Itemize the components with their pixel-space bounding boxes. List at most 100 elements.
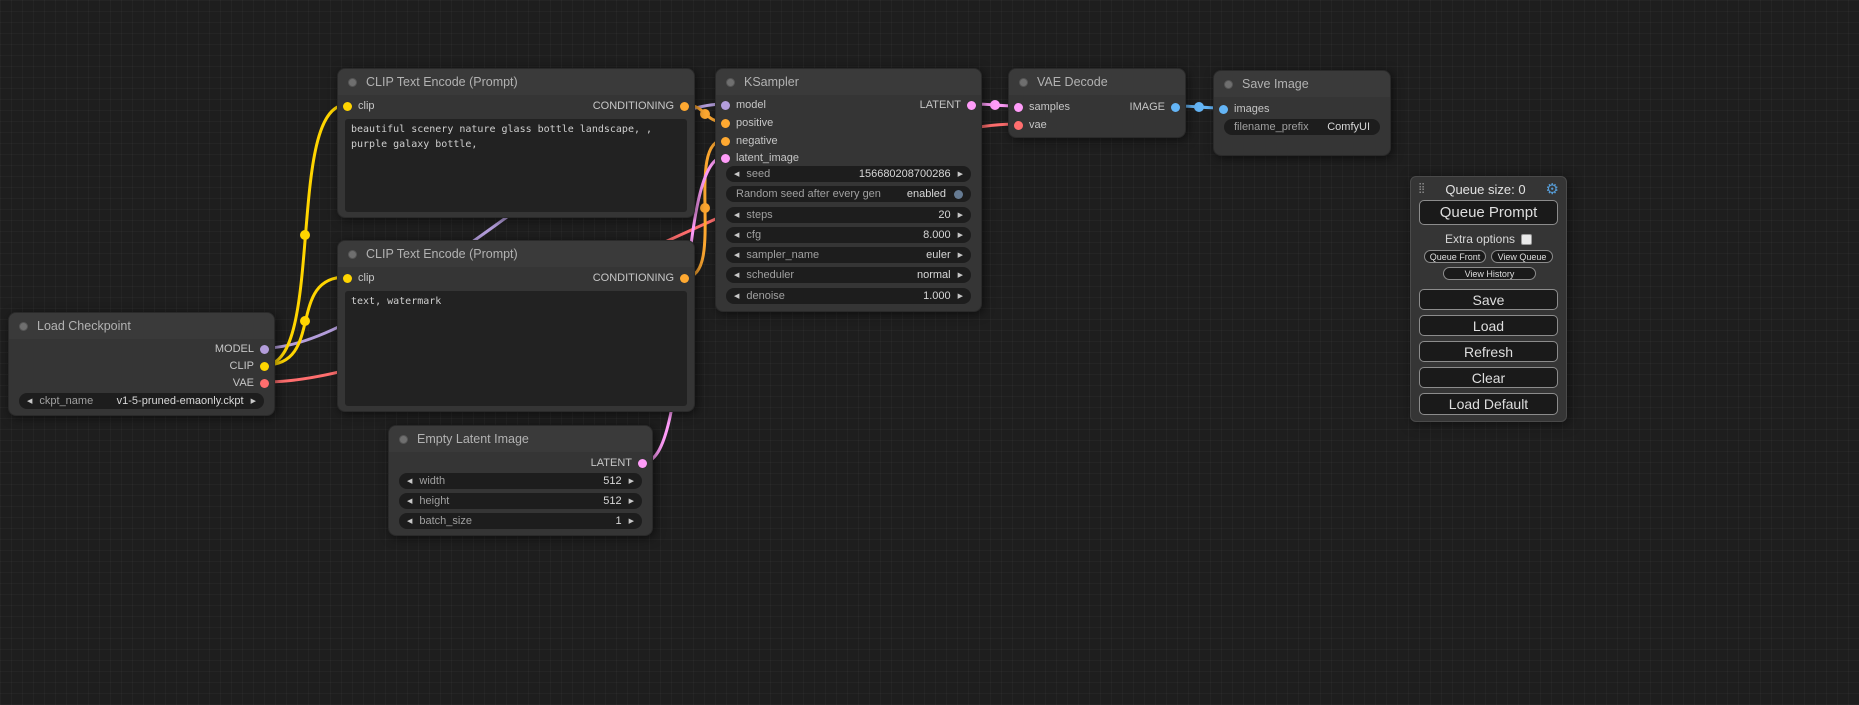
increment-arrow-icon[interactable]: ▶ [958,272,963,279]
slot-dot-conditioning[interactable] [680,274,689,283]
view-history-button[interactable]: View History [1443,267,1536,280]
widget-ckpt-name[interactable]: ◀ ckpt_name v1-5-pruned-emaonly.ckpt ▶ [19,393,264,409]
increment-arrow-icon[interactable]: ▶ [958,212,963,219]
decrement-arrow-icon[interactable]: ◀ [734,212,739,219]
node-ksampler[interactable]: KSampler model positive negative latent_… [715,68,982,312]
node-save-image[interactable]: Save Image images filename_prefix ComfyU… [1213,70,1391,156]
slot-dot-latent[interactable] [967,101,976,110]
queue-prompt-button[interactable]: Queue Prompt [1419,200,1558,225]
link-midpoint-dot[interactable] [700,109,710,119]
slot-dot-latent-image[interactable] [721,154,730,163]
node-title-bar[interactable]: KSampler [716,69,981,95]
refresh-button[interactable]: Refresh [1419,341,1558,362]
decrement-arrow-icon[interactable]: ◀ [734,293,739,300]
node-title-bar[interactable]: Load Checkpoint [9,313,274,339]
queue-panel[interactable]: ⣿ Queue size: 0 ⚙ Queue Prompt Extra opt… [1410,176,1567,422]
decrement-arrow-icon[interactable]: ◀ [734,272,739,279]
slot-dot-vae[interactable] [1014,121,1023,130]
slot-dot-clip[interactable] [343,102,352,111]
link-midpoint-dot[interactable] [1194,102,1204,112]
widget-cfg[interactable]: ◀ cfg 8.000 ▶ [726,227,971,243]
node-clip-text-encode-negative[interactable]: CLIP Text Encode (Prompt) clip CONDITION… [337,240,695,412]
prompt-textarea[interactable]: beautiful scenery nature glass bottle la… [345,119,687,212]
widget-width[interactable]: ◀ width 512 ▶ [399,473,642,489]
increment-arrow-icon[interactable]: ▶ [629,478,634,485]
collapse-toggle-icon[interactable] [1019,78,1028,87]
slot-label: model [736,99,766,111]
load-button[interactable]: Load [1419,315,1558,336]
increment-arrow-icon[interactable]: ▶ [629,518,634,525]
node-title-bar[interactable]: CLIP Text Encode (Prompt) [338,69,694,95]
collapse-toggle-icon[interactable] [1224,80,1233,89]
link-midpoint-dot[interactable] [300,230,310,240]
slot-dot-clip[interactable] [343,274,352,283]
slot-dot-images[interactable] [1219,105,1228,114]
slot-dot-image[interactable] [1171,103,1180,112]
drag-handle-icon[interactable]: ⣿ [1418,184,1425,194]
save-button[interactable]: Save [1419,289,1558,310]
slot-dot-negative[interactable] [721,137,730,146]
slot-dot-samples[interactable] [1014,103,1023,112]
widget-seed[interactable]: ◀ seed 156680208700286 ▶ [726,166,971,182]
increment-arrow-icon[interactable]: ▶ [958,171,963,178]
widget-sampler-name[interactable]: ◀ sampler_name euler ▶ [726,247,971,263]
collapse-toggle-icon[interactable] [348,250,357,259]
collapse-toggle-icon[interactable] [726,78,735,87]
view-queue-button[interactable]: View Queue [1491,250,1553,263]
decrement-arrow-icon[interactable]: ◀ [407,518,412,525]
decrement-arrow-icon[interactable]: ◀ [734,232,739,239]
collapse-toggle-icon[interactable] [19,322,28,331]
node-title-bar[interactable]: VAE Decode [1009,69,1185,95]
node-graph-canvas[interactable]: Load Checkpoint MODEL CLIP VAE ◀ ckpt_na… [0,0,1859,705]
extra-options-checkbox[interactable] [1521,234,1532,245]
slot-dot-conditioning[interactable] [680,102,689,111]
link-midpoint-dot[interactable] [300,316,310,326]
decrement-arrow-icon[interactable]: ◀ [27,398,32,405]
widget-label: filename_prefix [1234,121,1309,133]
load-default-button[interactable]: Load Default [1419,393,1558,415]
node-clip-text-encode-positive[interactable]: CLIP Text Encode (Prompt) clip CONDITION… [337,68,695,218]
slot-label: CLIP [230,360,254,372]
increment-arrow-icon[interactable]: ▶ [629,498,634,505]
widget-label: seed [746,168,770,180]
increment-arrow-icon[interactable]: ▶ [958,293,963,300]
widget-denoise[interactable]: ◀ denoise 1.000 ▶ [726,288,971,304]
collapse-toggle-icon[interactable] [348,78,357,87]
link-midpoint-dot[interactable] [990,100,1000,110]
node-title: CLIP Text Encode (Prompt) [366,75,518,89]
node-title-bar[interactable]: CLIP Text Encode (Prompt) [338,241,694,267]
widget-height[interactable]: ◀ height 512 ▶ [399,493,642,509]
widget-label: Random seed after every gen [736,188,881,200]
queue-front-button[interactable]: Queue Front [1424,250,1486,263]
slot-dot-vae[interactable] [260,379,269,388]
prompt-textarea[interactable]: text, watermark [345,291,687,406]
node-title-bar[interactable]: Empty Latent Image [389,426,652,452]
slot-dot-positive[interactable] [721,119,730,128]
increment-arrow-icon[interactable]: ▶ [958,252,963,259]
widget-filename-prefix[interactable]: filename_prefix ComfyUI [1224,119,1380,135]
slot-dot-latent[interactable] [638,459,647,468]
widget-batch-size[interactable]: ◀ batch_size 1 ▶ [399,513,642,529]
slot-dot-model[interactable] [721,101,730,110]
node-empty-latent-image[interactable]: Empty Latent Image LATENT ◀ width 512 ▶ … [388,425,653,536]
toggle-indicator-icon[interactable] [954,190,963,199]
settings-gear-icon[interactable]: ⚙ [1546,182,1559,197]
decrement-arrow-icon[interactable]: ◀ [734,252,739,259]
decrement-arrow-icon[interactable]: ◀ [734,171,739,178]
node-vae-decode[interactable]: VAE Decode samples vae IMAGE [1008,68,1186,138]
widget-steps[interactable]: ◀ steps 20 ▶ [726,207,971,223]
clear-button[interactable]: Clear [1419,367,1558,388]
slot-dot-clip[interactable] [260,362,269,371]
link-midpoint-dot[interactable] [700,203,710,213]
node-load-checkpoint[interactable]: Load Checkpoint MODEL CLIP VAE ◀ ckpt_na… [8,312,275,416]
increment-arrow-icon[interactable]: ▶ [251,398,256,405]
node-title-bar[interactable]: Save Image [1214,71,1390,97]
increment-arrow-icon[interactable]: ▶ [958,232,963,239]
widget-scheduler[interactable]: ◀ scheduler normal ▶ [726,267,971,283]
slot-dot-model[interactable] [260,345,269,354]
decrement-arrow-icon[interactable]: ◀ [407,478,412,485]
widget-value: ComfyUI [1327,121,1370,133]
widget-random-seed-toggle[interactable]: Random seed after every gen enabled [726,186,971,202]
decrement-arrow-icon[interactable]: ◀ [407,498,412,505]
collapse-toggle-icon[interactable] [399,435,408,444]
